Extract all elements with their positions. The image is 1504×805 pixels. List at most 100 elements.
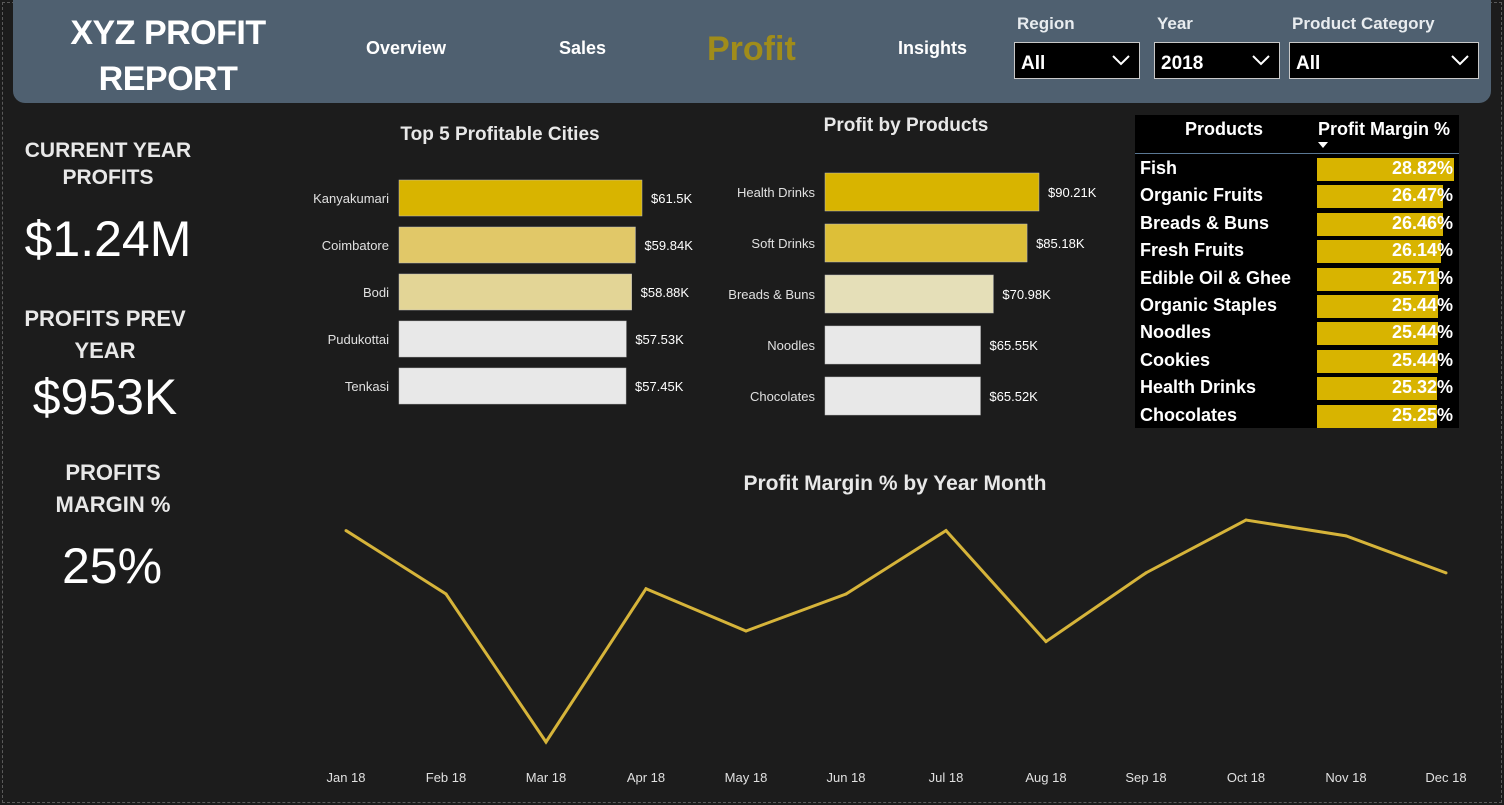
x-axis-tick-label: Mar 18 [526,770,566,785]
year-filter-label: Year [1157,14,1193,33]
product-name: Chocolates [1140,404,1238,425]
region-dropdown[interactable]: All [1014,42,1140,79]
margin-value: 25.44% [1391,322,1453,343]
bar-category-label: Pudukottai [328,332,390,347]
profits-prev-year-value: $953K [32,369,178,425]
product-name: Organic Staples [1140,295,1278,315]
table-row[interactable]: Health Drinks 25.32% [1135,375,1459,402]
profit-by-products-bar-chart: Health Drinks $90.21K Soft Drinks $85.18K Br… [728,172,1097,416]
x-axis-tick-label: Nov 18 [1325,770,1366,785]
category-dropdown-value: All [1296,53,1321,74]
bar[interactable] [824,274,994,314]
bar[interactable] [398,226,636,264]
region-dropdown-value: All [1021,53,1046,74]
margin-value: 25.44% [1391,349,1453,370]
bar-category-label: Health Drinks [737,185,816,200]
nav-overview[interactable]: Overview [366,38,446,59]
data-point [744,629,748,633]
table-header-divider [1135,153,1459,154]
bar-value-label: $65.52K [989,389,1038,404]
bar-value-label: $57.45K [635,379,684,394]
data-point [944,529,948,533]
product-name: Noodles [1140,322,1212,343]
bar-value-label: $61.5K [651,191,693,206]
chevron-down-icon [1451,55,1469,66]
bar[interactable] [824,325,981,365]
bar-category-label: Chocolates [750,389,816,404]
table-row[interactable]: Fresh Fruits 26.14% [1135,238,1459,265]
data-point [344,529,348,533]
category-dropdown[interactable]: All [1289,42,1479,79]
x-axis-tick-label: Apr 18 [627,770,665,785]
header-bar: XYZ PROFIT REPORT Overview Sales Profit … [13,0,1491,103]
column-header-products[interactable]: Products [1185,119,1263,140]
bar-category-label: Breads & Buns [728,287,815,302]
table-row[interactable]: Edible Oil & Ghee 25.71% [1135,266,1459,293]
data-point [1144,571,1148,575]
bar[interactable] [398,367,627,405]
data-point [1444,571,1448,575]
nav-profit[interactable]: Profit [707,30,796,69]
product-name: Cookies [1140,349,1211,370]
bar-value-label: $59.84K [644,238,693,253]
margin-value: 26.47% [1391,185,1453,206]
bar[interactable] [398,179,643,217]
bar[interactable] [824,223,1028,263]
current-year-profits-label: CURRENT YEAR PROFITS [24,139,192,189]
x-axis-tick-label: Jul 18 [929,770,964,785]
product-name: Fish [1140,158,1178,178]
report-title-line2: REPORT [98,60,238,98]
data-point [844,592,848,596]
data-point [444,592,448,596]
table-row[interactable]: Fish 28.82% [1135,156,1459,183]
profits-margin-label: PROFITS MARGIN % [55,460,171,517]
margin-value: 26.46% [1391,212,1453,233]
x-axis-tick-label: May 18 [725,770,768,785]
margin-value: 25.44% [1391,295,1453,315]
data-point [1244,518,1248,522]
data-point [544,740,548,744]
bar-category-label: Coimbatore [322,238,389,253]
profits-prev-year-label: PROFITS PREV YEAR [24,306,186,363]
year-dropdown[interactable]: 2018 [1154,42,1280,79]
bar-value-label: $70.98K [1002,287,1051,302]
bar[interactable] [824,376,981,416]
data-point [1344,534,1348,538]
nav-insights[interactable]: Insights [898,38,967,59]
product-name: Organic Fruits [1140,185,1264,206]
report-title-line1: XYZ PROFIT [70,14,266,52]
product-name: Breads & Buns [1140,212,1270,233]
column-header-profit-margin[interactable]: Profit Margin % [1318,119,1450,140]
data-point [1044,640,1048,644]
bar-category-label: Tenkasi [345,379,389,394]
chevron-down-icon [1252,55,1270,66]
table-row[interactable]: Breads & Buns 26.46% [1135,211,1459,238]
margin-line-chart-title: Profit Margin % by Year Month [743,472,1047,495]
bar[interactable] [398,320,627,358]
x-axis-tick-label: Jan 18 [326,770,365,785]
nav-sales[interactable]: Sales [559,38,606,59]
margin-series-line [345,518,1447,745]
table-row[interactable]: Organic Staples 25.44% [1135,293,1459,320]
profits-margin-value: 25% [61,538,163,594]
year-dropdown-value: 2018 [1161,53,1204,74]
bar[interactable] [398,273,632,311]
x-axis-tick-label: Sep 18 [1125,770,1166,785]
bar[interactable] [824,172,1040,212]
bar-category-label: Noodles [767,338,815,353]
table-row[interactable]: Noodles 25.44% [1135,320,1459,347]
product-name: Health Drinks [1140,377,1257,398]
bar-value-label: $57.53K [635,332,684,347]
margin-value: 25.25% [1391,404,1453,425]
bar-category-label: Kanyakumari [313,191,389,206]
margin-value: 25.71% [1391,267,1453,288]
chevron-down-icon [1112,55,1130,66]
x-axis-tick-label: Dec 18 [1425,770,1466,785]
table-row[interactable]: Organic Fruits 26.47% [1135,183,1459,210]
profit-margin-line-chart: Jan 18 Feb 18 Mar 18 Apr 18 May 18 Jun 18 Jul … [326,518,1467,785]
x-axis-tick-label: Oct 18 [1227,770,1265,785]
x-axis-tick-label: Feb 18 [426,770,466,785]
table-row[interactable]: Cookies 25.44% [1135,348,1459,375]
table-row[interactable]: Chocolates 25.25% [1135,403,1459,430]
sort-descending-icon [1318,142,1328,148]
